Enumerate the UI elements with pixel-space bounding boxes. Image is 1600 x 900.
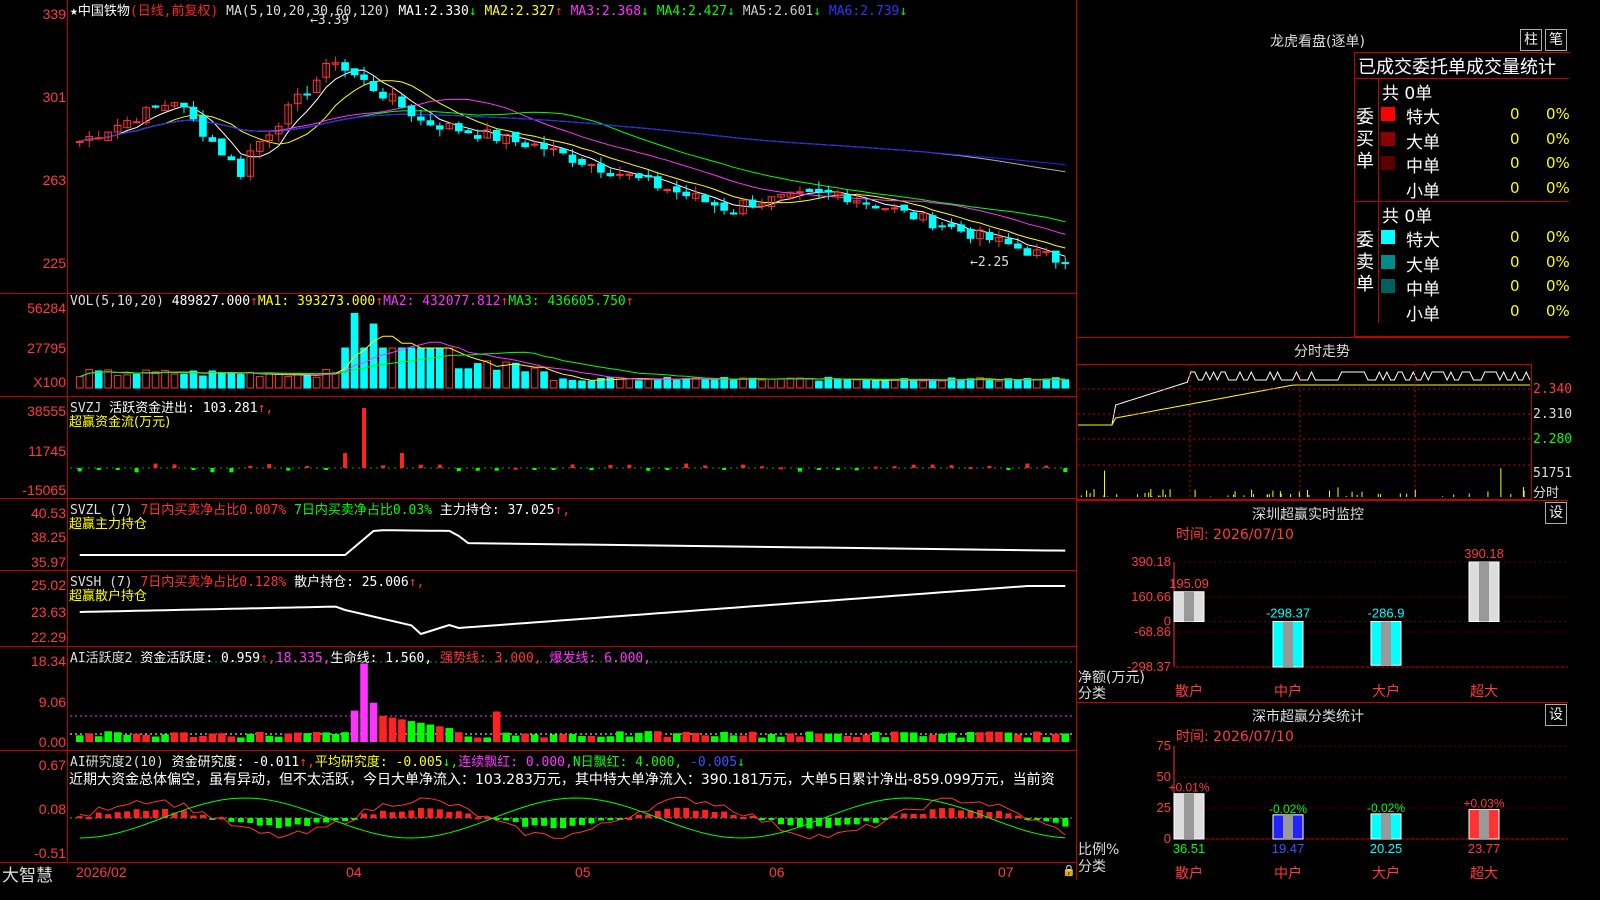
bar-chart-ytick: 390.18 [1131, 554, 1171, 569]
category-bar-shade [1381, 813, 1391, 839]
category-label: 超大 [1470, 684, 1498, 700]
bar-value-label: 36.51 [1173, 841, 1206, 856]
category-label: 大户 [1372, 683, 1400, 700]
category-bar-shade [1381, 621, 1391, 666]
category-label: 大户 [1372, 865, 1400, 882]
bar-chart-ytick: 75 [1157, 738, 1171, 753]
bar-value-label: 19.47 [1272, 841, 1305, 856]
bar-chart-ytick: 160.66 [1131, 589, 1171, 604]
category-bar-shade [1184, 591, 1194, 622]
bar-change-label: +0.01% [1168, 781, 1209, 795]
category-label: 散户 [1175, 683, 1203, 700]
bar-value-label: 195.09 [1169, 576, 1209, 591]
category-bar-shade [1479, 562, 1489, 622]
right-charts-svg: 390.18 160.66 0 -68.86 -298.37 195.09 散户 -298.3… [1078, 365, 1568, 882]
bar-chart-ytick: -68.86 [1134, 624, 1171, 639]
bar-value-label: 23.77 [1468, 841, 1501, 856]
intraday-price-line [1078, 370, 1531, 426]
bar-value-label: -298.37 [1266, 606, 1310, 621]
bar-change-label: -0.02% [1367, 801, 1405, 815]
category-bar-shade [1184, 793, 1194, 839]
bar-value-label: 390.18 [1464, 546, 1504, 561]
bar-chart-ytick: 0 [1164, 831, 1171, 846]
bar-value-label: -286.9 [1368, 606, 1405, 621]
intraday-avg-line [1078, 384, 1530, 426]
bar-change-label: -0.02% [1269, 802, 1307, 816]
category-label: 散户 [1175, 865, 1203, 882]
category-bar-shade [1283, 621, 1293, 667]
category-label: 超大 [1470, 866, 1498, 882]
category-label: 中户 [1274, 683, 1302, 700]
bar-chart-ytick: -298.37 [1127, 659, 1171, 674]
category-bar-shade [1479, 809, 1489, 839]
category-label: 中户 [1274, 865, 1302, 882]
bar-value-label: 20.25 [1370, 841, 1403, 856]
bar-change-label: +0.03% [1463, 797, 1504, 811]
bar-chart-ytick: 25 [1157, 800, 1171, 815]
category-bar-shade [1283, 814, 1293, 839]
